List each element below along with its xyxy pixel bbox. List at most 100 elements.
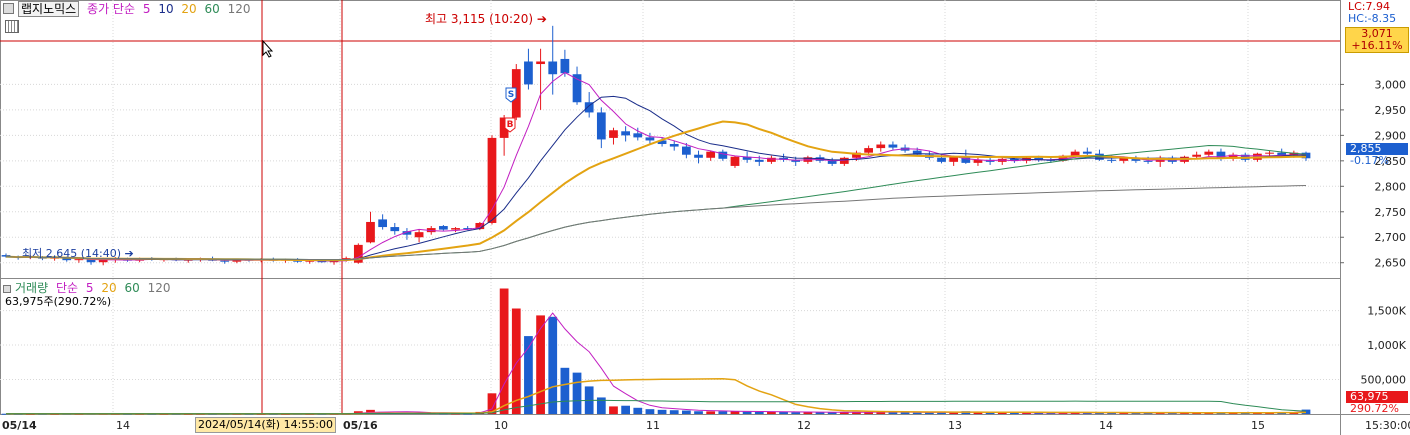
volume-value: 63,975주(290.72%): [5, 295, 112, 308]
symbol-name[interactable]: 랩지노믹스: [18, 1, 80, 17]
candle-body: [390, 227, 400, 232]
chart-canvas[interactable]: 3,0002,9502,9002,8502,8002,7502,7002,650…: [0, 0, 1410, 435]
candle-body: [439, 226, 448, 230]
volume-ma120: 120: [147, 281, 171, 295]
volume-bar: [742, 411, 752, 414]
candle-body: [536, 61, 545, 65]
plot-frame: [0, 0, 1341, 415]
low-annotation-text: 최저 2,645 (14:40): [22, 247, 122, 260]
price-tick-label: 2,800: [1375, 180, 1407, 193]
last-price-badge: 3,071 +16.11%: [1345, 27, 1409, 53]
candle-body: [706, 151, 716, 158]
volume-bar: [730, 411, 740, 414]
volume-bar: [694, 411, 703, 414]
volume-bar: [657, 409, 667, 414]
volume-ma5: 5: [85, 281, 94, 295]
ma5-line: [5, 71, 1307, 262]
volume-bar: [718, 411, 728, 414]
price-tick-label: 2,950: [1375, 104, 1407, 117]
candle-body: [548, 61, 558, 75]
candle-body: [888, 144, 898, 148]
volume-bar: [548, 316, 558, 414]
ma-label: 종가 단순: [87, 2, 136, 16]
candle-body: [220, 260, 230, 262]
candle-body: [560, 58, 570, 74]
candle-body: [1265, 152, 1274, 154]
candle-body: [694, 154, 703, 158]
hc-label: HC:-8.35: [1348, 12, 1397, 25]
candle-body: [1192, 154, 1202, 157]
candle-body: [596, 112, 606, 140]
x-tick-label: 14: [1099, 419, 1113, 432]
candle-body: [730, 156, 740, 166]
volume-bar: [1010, 412, 1019, 414]
candle-body: [864, 148, 873, 153]
high-annotation: 최고 3,115 (10:20) ➔: [425, 13, 547, 25]
price-tick-label: 2,650: [1375, 257, 1407, 270]
candle-body: [876, 144, 886, 149]
ma5-label: 5: [142, 2, 151, 16]
x-tick-label: 05/16: [343, 419, 378, 432]
volume-bar: [572, 372, 582, 414]
candle-body: [633, 133, 643, 138]
high-annotation-text: 최고 3,115 (10:20): [425, 12, 534, 26]
ma10-label: 10: [158, 2, 174, 16]
volume-ma5-line: [6, 312, 1307, 415]
volume-bar: [560, 367, 570, 414]
candle-body: [524, 61, 533, 85]
price-legend: 랩지노믹스 종가 단순 5 10 20 60 120: [3, 1, 255, 17]
x-tick-label: 11: [646, 419, 660, 432]
panel-toggle-icon[interactable]: [3, 3, 14, 14]
x-tick-label: 14: [116, 419, 130, 432]
volume-ma20-line: [6, 378, 1307, 415]
candle-body: [621, 131, 630, 136]
volume-bar: [669, 410, 679, 414]
x-tick-label: 05/14: [2, 419, 37, 432]
candle-body: [609, 130, 618, 138]
low-annotation: 최저 2,645 (14:40) ➔: [22, 248, 134, 260]
volume-bar: [536, 315, 545, 414]
volume-bar: [511, 308, 521, 414]
volume-bar: [912, 412, 922, 414]
candle-body: [669, 144, 679, 147]
ma60-label: 60: [204, 2, 220, 16]
volume-bar: [633, 407, 643, 414]
crosshair-time-label: 2024/05/14(화) 14:55:00: [195, 417, 337, 433]
price-tick-label: 2,900: [1375, 129, 1407, 142]
volume-bar: [900, 412, 910, 414]
volume-bar: [645, 409, 655, 414]
x-tick-label: 12: [797, 419, 811, 432]
ma120-line: [5, 185, 1307, 261]
candle-body: [682, 146, 691, 155]
ma60-line: [5, 144, 1307, 261]
volume-bar: [754, 411, 764, 414]
table-icon[interactable]: [5, 20, 19, 33]
candle-body: [1143, 160, 1153, 162]
volume-tick-label: 500,000: [1361, 374, 1407, 387]
candle-body: [1082, 151, 1092, 154]
x-tick-label: 10: [494, 419, 508, 432]
buy-marker-text: B: [507, 120, 514, 130]
candle-body: [451, 228, 460, 230]
candle-body: [1204, 151, 1214, 155]
price-tick-label: 3,000: [1375, 78, 1407, 91]
last-change: +16.11%: [1351, 39, 1403, 52]
candle-body: [366, 221, 375, 243]
candle-body: [937, 157, 946, 162]
volume-bar: [609, 406, 618, 414]
volume-bar: [499, 288, 509, 414]
buy-marker: B: [504, 117, 516, 133]
sell-marker-text: S: [508, 90, 514, 100]
arrow-right-icon: ➔: [536, 12, 547, 26]
volume-bar: [682, 410, 691, 414]
volume-legend: 거래량 단순 5 20 60 120: [3, 281, 174, 295]
candle-body: [827, 160, 837, 164]
candle-body: [754, 159, 764, 162]
candle-body: [572, 74, 582, 103]
ma10-line: [5, 95, 1307, 262]
current-volume-change: 290.72%: [1350, 402, 1399, 415]
x-tick-label: 15:30:00: [1365, 419, 1410, 432]
x-tick-label: 13: [948, 419, 962, 432]
volume-tick-label: 1,500K: [1367, 305, 1406, 318]
volume-toggle-icon[interactable]: [3, 285, 11, 293]
